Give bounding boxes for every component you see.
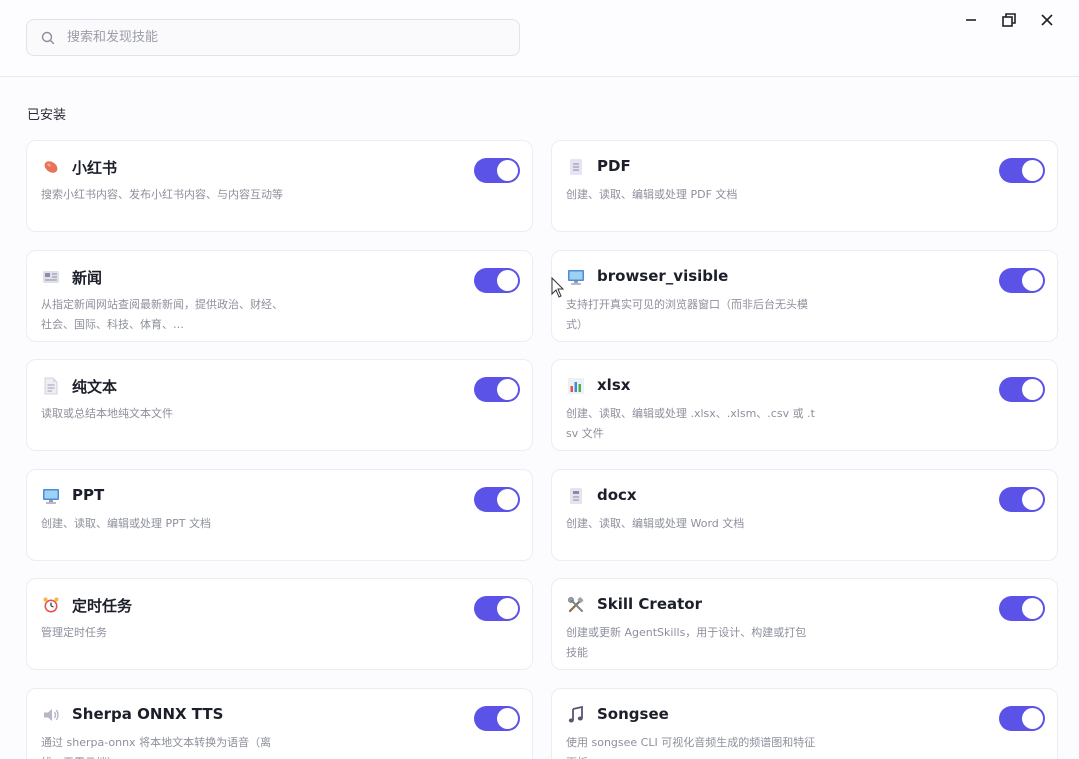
skill-description: 创建或更新 AgentSkills，用于设计、构建或打包技能	[566, 626, 807, 659]
toggle-knob	[497, 489, 518, 510]
toggle-knob	[1022, 270, 1043, 291]
skill-card[interactable]: 纯文本读取或总结本地纯文本文件	[26, 359, 533, 451]
skill-enable-toggle[interactable]	[474, 487, 520, 512]
bar-chart-icon	[567, 377, 585, 395]
skill-enable-toggle[interactable]	[999, 706, 1045, 731]
toggle-knob	[497, 598, 518, 619]
word-doc-icon	[567, 487, 585, 505]
document-icon	[567, 158, 585, 176]
skills-window: 已安装 小红书搜索小红书内容、发布小红书内容、与内容互动等 PDF 创建、读取、编辑…	[0, 0, 1079, 759]
installed-section-title: 已安装	[27, 108, 67, 123]
search-box[interactable]	[26, 19, 520, 56]
skill-title: browser_visible	[597, 267, 729, 285]
skill-card[interactable]: xlsx 创建、读取、编辑或处理 .xlsx、.xlsm、.csv 或 .tsv …	[551, 359, 1058, 451]
toggle-knob	[497, 708, 518, 729]
skill-title: 小红书	[72, 159, 118, 177]
skill-title: 新闻	[72, 269, 103, 287]
skill-title: Sherpa ONNX TTS	[72, 705, 224, 723]
skill-description: 搜索小红书内容、发布小红书内容、与内容互动等	[41, 188, 283, 201]
skill-description: 使用 songsee CLI 可视化音频生成的频谱图和特征面板	[566, 736, 816, 759]
toggle-knob	[1022, 489, 1043, 510]
toggle-knob	[497, 379, 518, 400]
skill-card[interactable]: 新闻从指定新闻网站查阅最新新闻，提供政治、财经、社会、国际、科技、体育、…	[26, 250, 533, 342]
skill-card[interactable]: PDF 创建、读取、编辑或处理 PDF 文档	[551, 140, 1058, 232]
skill-enable-toggle[interactable]	[999, 377, 1045, 402]
skill-card[interactable]: Skill Creator 创建或更新 AgentSkills，用于设计、构建或打…	[551, 578, 1058, 670]
mouse-cursor-icon	[551, 277, 565, 298]
music-note-icon	[567, 706, 585, 724]
skill-description: 从指定新闻网站查阅最新新闻，提供政治、财经、社会、国际、科技、体育、…	[41, 298, 283, 331]
close-icon	[1041, 14, 1053, 26]
skill-title: xlsx	[597, 376, 631, 394]
skill-enable-toggle[interactable]	[999, 487, 1045, 512]
skill-description: 创建、读取、编辑或处理 Word 文档	[566, 517, 745, 530]
skill-title: docx	[597, 486, 637, 504]
skill-card[interactable]: 小红书搜索小红书内容、发布小红书内容、与内容互动等	[26, 140, 533, 232]
skill-title: 纯文本	[72, 378, 118, 396]
skill-enable-toggle[interactable]	[474, 377, 520, 402]
close-button[interactable]	[1037, 10, 1057, 30]
search-icon	[41, 31, 55, 45]
skill-enable-toggle[interactable]	[999, 268, 1045, 293]
window-controls	[961, 10, 1057, 30]
restore-button[interactable]	[999, 10, 1019, 30]
monitor-icon	[42, 487, 60, 505]
top-bar	[0, 0, 1079, 77]
skill-title: 定时任务	[72, 597, 133, 615]
skill-card[interactable]: PPT 创建、读取、编辑或处理 PPT 文档	[26, 469, 533, 561]
skill-card[interactable]: docx 创建、读取、编辑或处理 Word 文档	[551, 469, 1058, 561]
skill-description: 创建、读取、编辑或处理 .xlsx、.xlsm、.csv 或 .tsv 文件	[566, 407, 815, 440]
newspaper-icon	[42, 268, 60, 286]
speaker-icon	[42, 706, 60, 724]
minimize-button[interactable]	[961, 10, 981, 30]
skill-description: 管理定时任务	[41, 626, 107, 639]
monitor-icon	[567, 268, 585, 286]
alarm-clock-icon	[42, 596, 60, 614]
skill-enable-toggle[interactable]	[999, 158, 1045, 183]
text-file-icon	[42, 377, 60, 395]
skill-enable-toggle[interactable]	[474, 268, 520, 293]
skill-description: 支持打开真实可见的浏览器窗口（而非后台无头模式）	[566, 298, 808, 331]
skill-title: Songsee	[597, 705, 669, 723]
toggle-knob	[1022, 160, 1043, 181]
skill-enable-toggle[interactable]	[999, 596, 1045, 621]
skill-card[interactable]: Songsee 使用 songsee CLI 可视化音频生成的频谱图和特征面板	[551, 688, 1058, 759]
toggle-knob	[1022, 708, 1043, 729]
skill-enable-toggle[interactable]	[474, 158, 520, 183]
skill-description: 创建、读取、编辑或处理 PDF 文档	[566, 188, 738, 201]
skill-card[interactable]: browser_visible 支持打开真实可见的浏览器窗口（而非后台无头模式）	[551, 250, 1058, 342]
restore-icon	[1002, 13, 1016, 27]
toggle-knob	[1022, 379, 1043, 400]
skill-title: Skill Creator	[597, 595, 702, 613]
toggle-knob	[497, 270, 518, 291]
skill-title: PDF	[597, 157, 631, 175]
skill-card[interactable]: Sherpa ONNX TTS 通过 sherpa-onnx 将本地文本转换为语音…	[26, 688, 533, 759]
search-input[interactable]	[65, 29, 489, 46]
skill-description: 读取或总结本地纯文本文件	[41, 407, 173, 420]
skill-title: PPT	[72, 486, 105, 504]
skill-description: 创建、读取、编辑或处理 PPT 文档	[41, 517, 211, 530]
minimize-icon	[966, 19, 976, 21]
skill-card[interactable]: 定时任务管理定时任务	[26, 578, 533, 670]
toggle-knob	[497, 160, 518, 181]
toggle-knob	[1022, 598, 1043, 619]
skill-enable-toggle[interactable]	[474, 706, 520, 731]
skill-enable-toggle[interactable]	[474, 596, 520, 621]
skill-description: 通过 sherpa-onnx 将本地文本转换为语音（离线，无需云端）	[41, 736, 272, 759]
tools-icon	[567, 596, 585, 614]
sweet-potato-icon	[42, 158, 60, 176]
